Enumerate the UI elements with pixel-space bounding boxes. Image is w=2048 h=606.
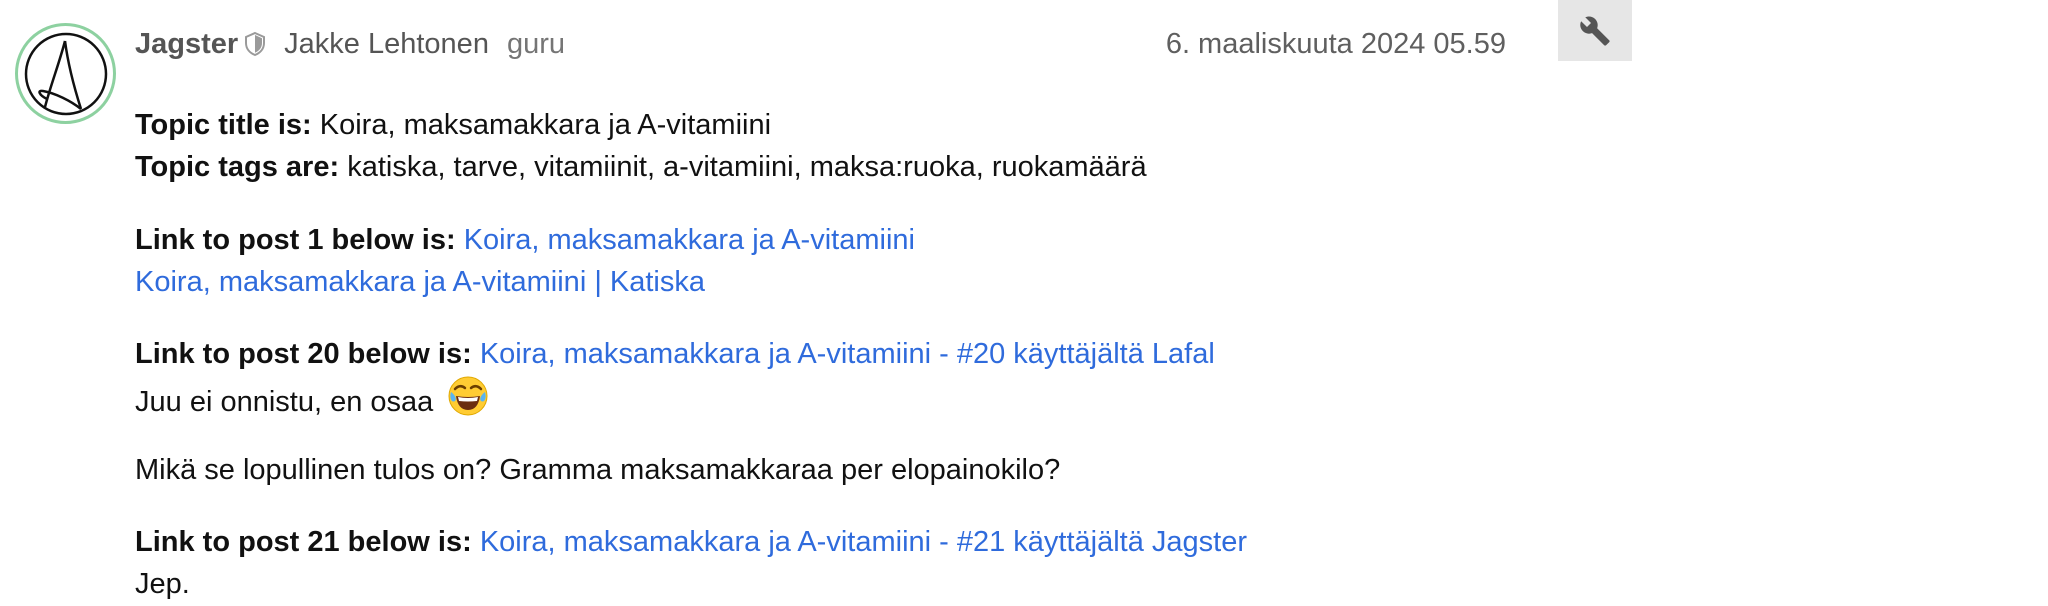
topic-tags: katiska, tarve, vitamiinit, a-vitamiini,… xyxy=(347,151,1147,183)
shield-icon xyxy=(244,31,266,57)
post21-link[interactable]: Koira, maksamakkara ja A-vitamiini - #21… xyxy=(480,526,1247,558)
user-title: guru xyxy=(506,27,565,60)
post21-text: Jep. xyxy=(135,568,190,600)
topic-title-label: Topic title is: xyxy=(135,109,312,141)
topic-tags-line: Topic tags are: katiska, tarve, vitamiin… xyxy=(135,147,1147,187)
post21-link-line: Link to post 21 below is: Koira, maksama… xyxy=(135,522,1247,562)
post20-link-line: Link to post 20 below is: Koira, maksama… xyxy=(135,334,1215,374)
post1-link-label: Link to post 1 below is: xyxy=(135,224,456,256)
topic-title: Koira, maksamakkara ja A-vitamiini xyxy=(319,109,772,141)
username[interactable]: Jagster xyxy=(135,28,238,61)
post21-link-label: Link to post 21 below is: xyxy=(135,526,472,558)
post1-onebox-line: Koira, maksamakkara ja A-vitamiini | Kat… xyxy=(135,262,705,302)
post1-link-line: Link to post 1 below is: Koira, maksamak… xyxy=(135,220,915,260)
post20-text-line: Juu ei onnistu, en osaa xyxy=(135,375,489,430)
anarchy-a-avatar-icon xyxy=(24,32,108,116)
post-date[interactable]: 6. maaliskuuta 2024 05.59 xyxy=(1030,24,1506,64)
post21-text-line: Jep. xyxy=(135,564,190,604)
post: Jagster Jakke Lehtonen guru 6. maaliskuu… xyxy=(0,0,2048,606)
post20-link-label: Link to post 20 below is: xyxy=(135,338,472,370)
post20-question-line: Mikä se lopullinen tulos on? Gramma maks… xyxy=(135,450,1060,490)
post20-text: Juu ei onnistu, en osaa xyxy=(135,386,434,419)
post1-onebox-link[interactable]: Koira, maksamakkara ja A-vitamiini | Kat… xyxy=(135,266,705,298)
topic-tags-label: Topic tags are: xyxy=(135,151,340,183)
topic-title-line: Topic title is: Koira, maksamakkara ja A… xyxy=(135,105,771,145)
post20-question: Mikä se lopullinen tulos on? Gramma maks… xyxy=(135,454,1061,486)
user-full-name[interactable]: Jakke Lehtonen xyxy=(284,28,489,61)
post-meta: Jagster Jakke Lehtonen guru xyxy=(135,24,565,64)
post1-link[interactable]: Koira, maksamakkara ja A-vitamiini xyxy=(464,224,915,256)
joy-emoji-icon xyxy=(447,375,489,428)
user-avatar[interactable] xyxy=(15,23,116,124)
admin-menu-button[interactable] xyxy=(1558,0,1632,61)
post20-link[interactable]: Koira, maksamakkara ja A-vitamiini - #20… xyxy=(480,338,1215,370)
wrench-icon xyxy=(1580,15,1610,46)
